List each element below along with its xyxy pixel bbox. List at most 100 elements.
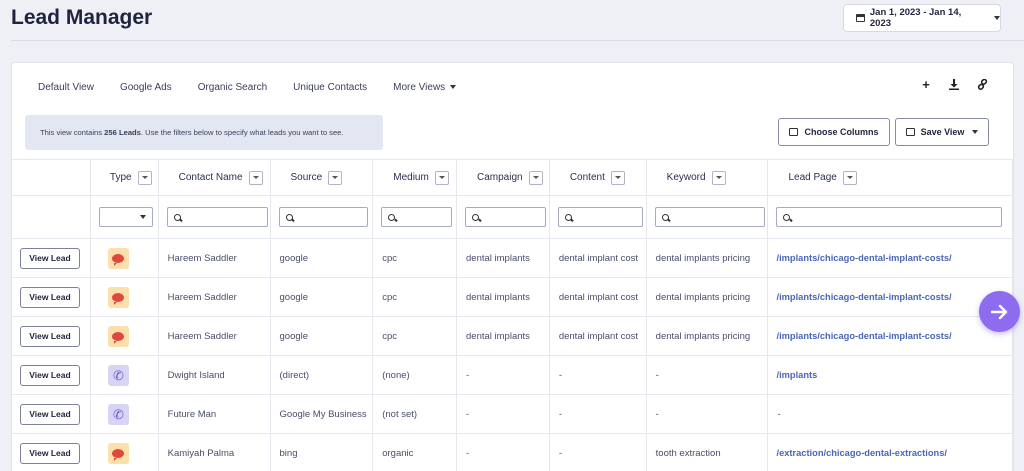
tab-google-ads[interactable]: Google Ads <box>107 82 185 93</box>
chat-bubble-glyph <box>112 331 125 344</box>
table-row: View Lead Hareem Saddler google cpc dent… <box>12 316 1013 356</box>
content-cell: - <box>549 433 647 471</box>
content-cell: dental implant cost <box>549 238 647 278</box>
chevron-down-icon <box>141 176 148 179</box>
column-header-contact-name[interactable]: Contact Name <box>158 159 271 196</box>
phone-glyph: ✆ <box>112 406 124 422</box>
chat-bubble-glyph <box>112 253 125 266</box>
tab-more-views[interactable]: More Views <box>380 82 469 93</box>
content-cell: - <box>549 355 647 395</box>
search-icon <box>472 213 479 221</box>
sort-toggle[interactable] <box>137 170 152 185</box>
view-lead-button[interactable]: View Lead <box>20 403 80 425</box>
action-cell: View Lead <box>12 355 91 395</box>
filter-row <box>12 195 1013 239</box>
view-info-banner: This view contains 256 Leads. Use the fi… <box>25 115 383 150</box>
filter-cell-lead-page <box>767 195 1013 239</box>
sort-toggle[interactable] <box>528 170 543 185</box>
table-row: View Lead Hareem Saddler google cpc dent… <box>12 277 1013 317</box>
view-lead-button[interactable]: View Lead <box>20 364 80 386</box>
tab-unique-contacts[interactable]: Unique Contacts <box>280 82 380 93</box>
filter-cell-source <box>270 195 374 239</box>
lead-count: 256 Leads <box>104 128 141 137</box>
column-header-lead-page[interactable]: Lead Page <box>767 159 1013 196</box>
save-view-button[interactable]: Save View <box>895 118 989 146</box>
lead-page-link[interactable]: /implants/chicago-dental-implant-costs/ <box>767 238 1013 278</box>
column-header-content[interactable]: Content <box>549 159 647 196</box>
choose-columns-button[interactable]: Choose Columns <box>778 118 890 146</box>
chevron-down-icon <box>846 176 853 179</box>
tab-label: Unique Contacts <box>293 81 368 93</box>
lead-page-link[interactable]: /implants <box>767 355 1013 395</box>
link-icon[interactable] <box>975 77 989 91</box>
filter-cell-empty <box>12 195 91 239</box>
button-label: Save View <box>920 127 965 137</box>
type-cell <box>90 238 159 278</box>
medium-filter-input[interactable] <box>381 207 453 227</box>
sort-toggle[interactable] <box>711 170 726 185</box>
campaign-cell: - <box>456 433 550 471</box>
sort-toggle[interactable] <box>610 170 625 185</box>
type-cell <box>90 277 159 317</box>
contact-name-cell: Kamiyah Palma <box>158 433 271 471</box>
lead-page-link[interactable]: /extraction/chicago-dental-extractions/ <box>767 433 1013 471</box>
content-cell: - <box>549 394 647 434</box>
tab-label: Google Ads <box>119 81 172 93</box>
download-icon[interactable] <box>947 77 961 91</box>
chat-icon <box>107 286 129 308</box>
keyword-filter-input[interactable] <box>654 207 765 227</box>
content-cell: dental implant cost <box>549 277 647 317</box>
source-cell: Google My Business <box>270 394 374 434</box>
action-cell: View Lead <box>12 433 91 471</box>
source-cell: google <box>270 277 374 317</box>
filter-cell-keyword <box>646 195 769 239</box>
type-filter-select[interactable] <box>98 207 153 227</box>
tab-label: More Views <box>393 81 446 93</box>
filter-cell-medium <box>372 195 457 239</box>
table-row: View Lead Kamiyah Palma bing organic - -… <box>12 433 1013 471</box>
action-cell: View Lead <box>12 394 91 434</box>
tab-organic-search[interactable]: Organic Search <box>185 82 280 93</box>
contact-name-cell: Hareem Saddler <box>158 316 271 356</box>
column-header-type[interactable]: Type <box>90 159 159 196</box>
button-label: Choose Columns <box>804 127 879 137</box>
sort-toggle[interactable] <box>248 170 263 185</box>
lead-page-filter-input[interactable] <box>776 207 1003 227</box>
lead-page-link[interactable]: /implants/chicago-dental-implant-costs/ <box>767 277 1013 317</box>
view-lead-button[interactable]: View Lead <box>20 286 80 308</box>
medium-cell: cpc <box>372 277 457 317</box>
source-cell: google <box>270 316 374 356</box>
plus-icon[interactable]: + <box>919 77 933 92</box>
lead-page-link[interactable]: /implants/chicago-dental-implant-costs/ <box>767 316 1013 356</box>
date-range-picker[interactable]: Jan 1, 2023 - Jan 14, 2023 <box>843 4 1001 32</box>
content-filter-input[interactable] <box>557 207 643 227</box>
lead-page-cell: - <box>767 394 1013 434</box>
column-label: Type <box>109 172 132 183</box>
sort-toggle[interactable] <box>842 170 857 185</box>
column-label: Lead Page <box>788 172 837 183</box>
view-lead-button[interactable]: View Lead <box>20 442 80 464</box>
column-header-keyword[interactable]: Keyword <box>646 159 769 196</box>
contact-name-filter-input[interactable] <box>166 207 268 227</box>
view-lead-button[interactable]: View Lead <box>20 325 80 347</box>
action-cell: View Lead <box>12 316 91 356</box>
view-lead-button[interactable]: View Lead <box>20 247 80 269</box>
page-title: Lead Manager <box>11 6 153 29</box>
medium-cell: cpc <box>372 238 457 278</box>
sort-toggle[interactable] <box>434 170 449 185</box>
campaign-filter-input[interactable] <box>465 207 546 227</box>
next-arrow-button[interactable] <box>979 291 1020 332</box>
source-filter-input[interactable] <box>278 207 368 227</box>
medium-cell: (not set) <box>372 394 457 434</box>
source-cell: bing <box>270 433 374 471</box>
type-cell: ✆ <box>90 355 159 395</box>
leads-table: Type Contact Name Source Medium Campaign… <box>12 159 1013 471</box>
column-header-medium[interactable]: Medium <box>372 159 457 196</box>
column-header-source[interactable]: Source <box>270 159 374 196</box>
tab-default-view[interactable]: Default View <box>12 82 107 93</box>
medium-cell: cpc <box>372 316 457 356</box>
column-header-campaign[interactable]: Campaign <box>456 159 550 196</box>
sort-toggle[interactable] <box>328 170 343 185</box>
filter-cell-campaign <box>456 195 550 239</box>
keyword-cell: - <box>646 394 769 434</box>
